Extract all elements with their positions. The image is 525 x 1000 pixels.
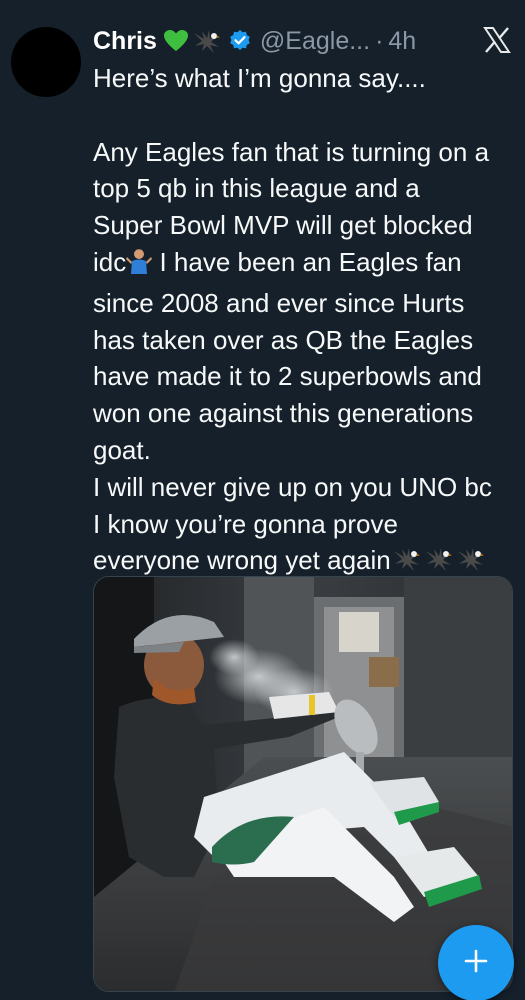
x-logo-icon[interactable] [483, 26, 511, 54]
tweet-line: I know you’re gonna prove [93, 508, 398, 539]
plus-icon [463, 948, 489, 979]
tweet-line: have made it to 2 superbowls and [93, 361, 482, 392]
tweet-line: I will never give up on you UNO bc [93, 471, 492, 502]
avatar[interactable] [11, 27, 81, 97]
tweet-line: idc I have been an Eagles fan [93, 244, 513, 285]
tweet-word: everyone wrong yet again [93, 545, 391, 576]
tweet: Chris @Eagle... · 4h Here’s what I’m gon… [0, 0, 525, 1000]
green-heart-icon [163, 29, 189, 53]
separator-dot: · [375, 26, 384, 55]
author-name[interactable]: Chris [93, 27, 157, 56]
verified-badge-icon [228, 29, 252, 53]
tweet-header: Chris @Eagle... · 4h [93, 22, 525, 60]
tweet-line: since 2008 and ever since Hurts [93, 287, 465, 318]
tweet-line: won one against this generations [93, 398, 474, 429]
tweet-text: Here’s what I’m gonna say.... Any Eagles… [93, 60, 513, 583]
shrug-emoji-icon [126, 247, 153, 285]
tweet-line: has taken over as QB the Eagles [93, 324, 474, 355]
timestamp[interactable]: 4h [388, 27, 416, 56]
compose-button[interactable] [438, 925, 514, 1000]
tweet-word: idc [93, 246, 127, 277]
tweet-line: goat. [93, 434, 151, 465]
author-handle[interactable]: @Eagle... [260, 27, 370, 56]
tweet-line: Any Eagles fan that is turning on a [93, 136, 490, 167]
tweet-line: Super Bowl MVP will get blocked [93, 210, 473, 241]
tweet-word: I have been an Eagles fan [152, 246, 462, 277]
tweet-line: Here’s what I’m gonna say.... [93, 63, 426, 93]
tweet-photo[interactable] [93, 576, 513, 992]
eagle-icon [192, 27, 222, 55]
tweet-line: top 5 qb in this league and a [93, 173, 420, 204]
